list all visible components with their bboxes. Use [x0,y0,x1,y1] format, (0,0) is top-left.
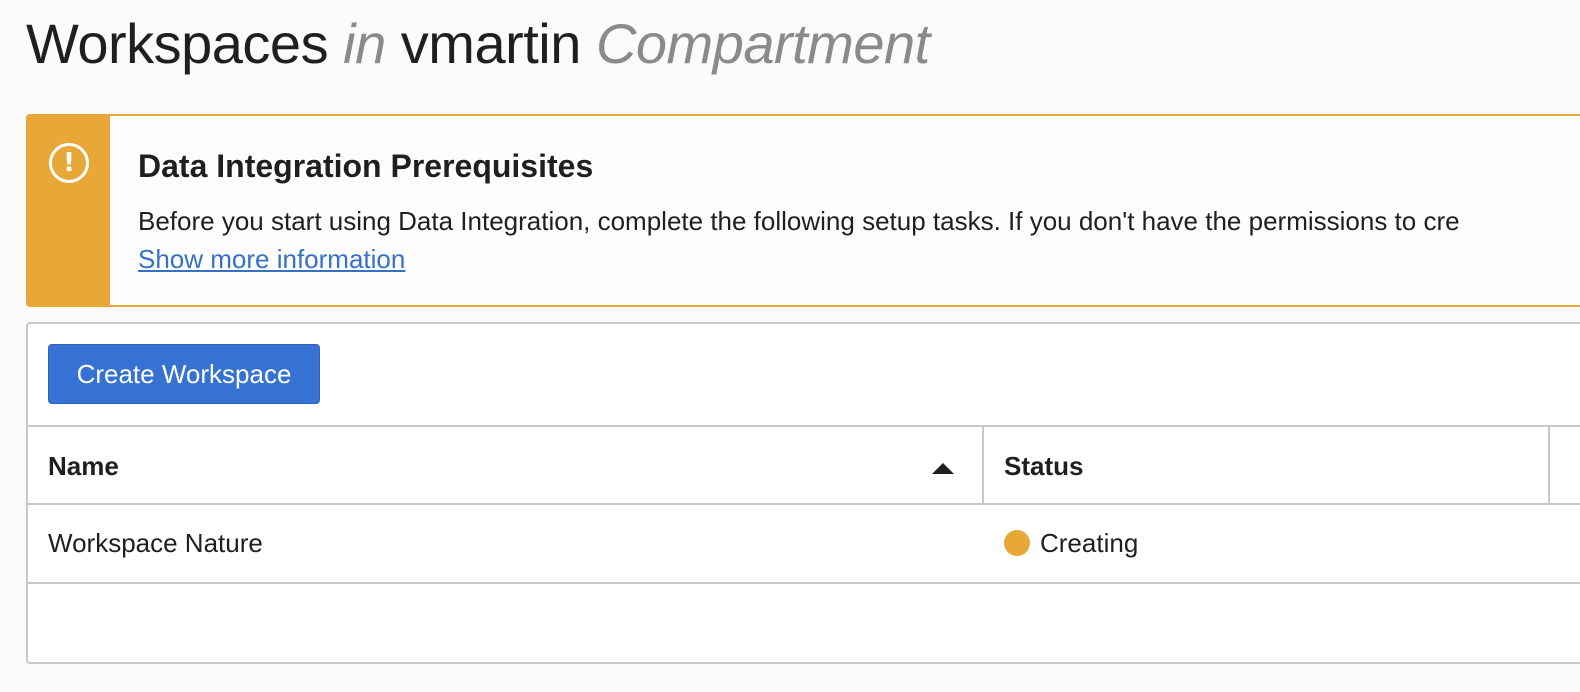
compartment-word: Compartment [595,12,930,75]
prerequisites-alert: ! Data Integration Prerequisites Before … [26,114,1580,307]
table-header: Name Status [28,425,1580,505]
workspaces-table: Name Status Workspace Nature Creating [28,425,1580,584]
alert-body: Before you start using Data Integration,… [138,206,1460,236]
status-dot-icon [1004,530,1030,556]
title-main: Workspaces [26,12,329,75]
column-header-label: Status [1004,451,1084,481]
column-header-name[interactable]: Name [28,427,984,505]
status-text: Creating [1040,528,1139,558]
exclamation-icon: ! [49,143,89,183]
workspaces-panel: Create Workspace Name Status Workspace N… [26,322,1580,664]
page-title: Workspaces in vmartin Compartment [26,10,930,78]
alert-title: Data Integration Prerequisites [138,148,594,184]
column-header-status[interactable]: Status [984,427,1550,505]
show-more-information-link[interactable]: Show more information [138,244,405,275]
table-row[interactable]: Workspace Nature Creating [28,505,1580,584]
create-workspace-button[interactable]: Create Workspace [48,344,320,404]
column-header-label: Name [48,451,119,481]
workspace-name-cell[interactable]: Workspace Nature [48,505,263,582]
compartment-name: vmartin [400,12,582,75]
alert-accent-bar: ! [28,116,110,305]
sort-ascending-icon[interactable] [932,463,954,474]
status-cell: Creating [1004,505,1138,582]
title-in: in [343,12,386,75]
